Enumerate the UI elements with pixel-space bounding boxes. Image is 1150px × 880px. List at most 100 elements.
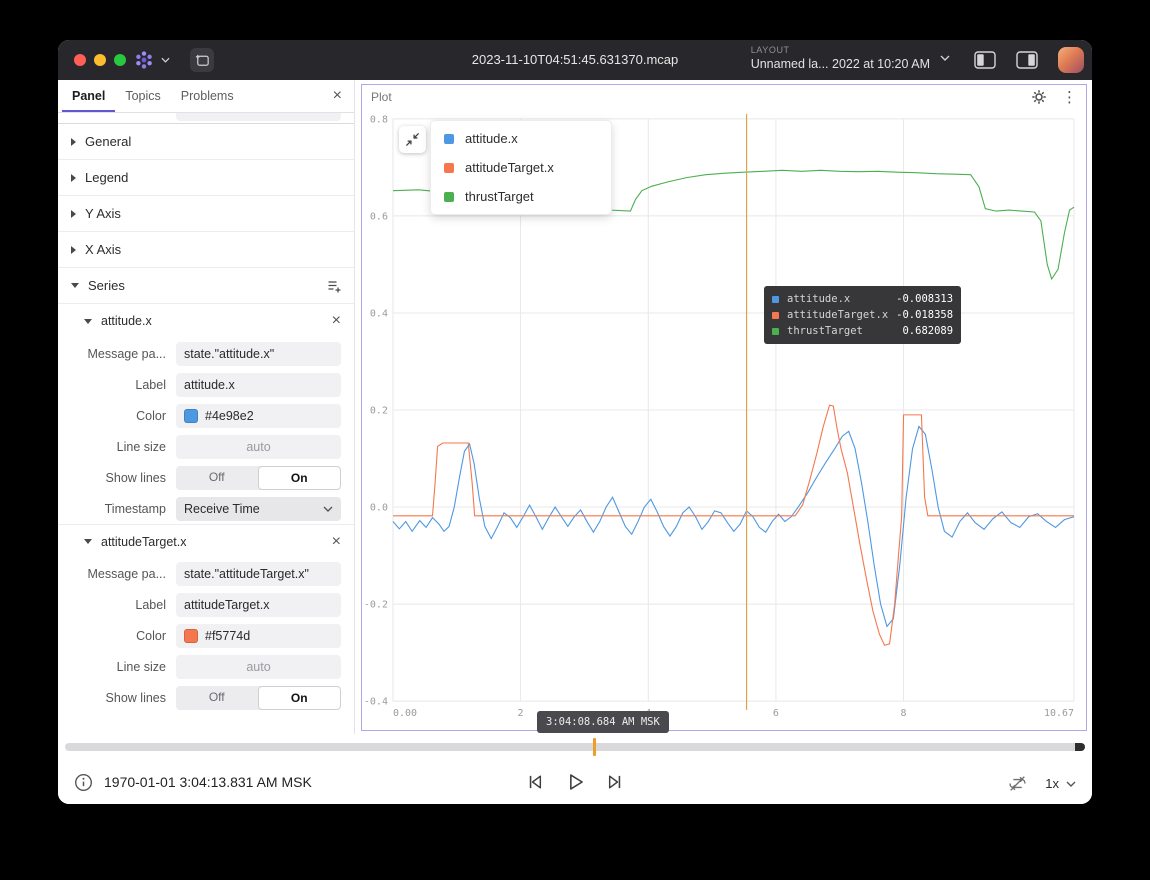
section-y-axis[interactable]: Y Axis: [58, 196, 354, 232]
field-row: Label attitude.x: [58, 369, 354, 400]
info-icon[interactable]: [74, 773, 93, 792]
add-panel-button[interactable]: [190, 48, 214, 72]
section-label: General: [85, 134, 131, 149]
traffic-lights: [74, 54, 126, 66]
color-input[interactable]: #4e98e2: [176, 404, 341, 428]
chevron-down-icon: [940, 55, 950, 61]
minimize-window-button[interactable]: [94, 54, 106, 66]
toggle-on-button[interactable]: On: [258, 466, 342, 490]
user-avatar[interactable]: [1058, 47, 1084, 73]
series-header-attitude-x[interactable]: attitude.x ×: [58, 304, 354, 338]
show-lines-toggle: Off On: [176, 466, 341, 490]
play-icon[interactable]: [564, 771, 586, 793]
settings-sidebar: Panel Topics Problems × Title Plot Gener…: [58, 80, 355, 734]
desktop-background: 2023-11-10T04:51:45.631370.mcap LAYOUT U…: [0, 0, 1150, 880]
playback-controls-row: 1970-01-01 3:04:13.831 AM MSK: [58, 766, 1092, 800]
section-series[interactable]: Series: [58, 268, 354, 304]
timestamp-value: Receive Time: [184, 497, 260, 521]
right-sidebar-toggle-icon[interactable]: [1016, 51, 1038, 69]
collapse-legend-button[interactable]: [399, 126, 426, 153]
color-swatch: [184, 629, 198, 643]
playback-speed-button[interactable]: 1x: [1045, 776, 1076, 791]
line-size-input[interactable]: auto: [176, 655, 341, 679]
tab-topics[interactable]: Topics: [115, 80, 170, 112]
plot-panel-title: Plot: [371, 90, 392, 104]
toggle-on-button[interactable]: On: [258, 686, 342, 710]
field-label: Line size: [58, 440, 176, 454]
svg-text:0.2: 0.2: [370, 405, 388, 416]
add-series-button[interactable]: [326, 278, 342, 294]
toggle-off-button[interactable]: Off: [176, 466, 258, 490]
chevron-down-icon: [161, 57, 170, 63]
series-header-attitude-target-x[interactable]: attitudeTarget.x ×: [58, 524, 354, 558]
svg-text:10.67: 10.67: [1044, 708, 1074, 719]
more-menu-icon[interactable]: ⋮: [1062, 90, 1077, 105]
scrubber-end-cap: [1075, 743, 1085, 751]
legend-item-label: thrustTarget: [465, 189, 534, 204]
add-panel-icon: [194, 52, 211, 69]
series-color-swatch: [444, 192, 454, 202]
current-timestamp: 1970-01-01 3:04:13.831 AM MSK: [104, 774, 312, 790]
label-input[interactable]: attitudeTarget.x: [176, 593, 341, 617]
legend-item[interactable]: attitude.x: [431, 124, 611, 153]
series-color-swatch: [772, 296, 779, 303]
scrubber-playhead[interactable]: [593, 738, 596, 756]
legend-item[interactable]: attitudeTarget.x: [431, 153, 611, 182]
message-path-input[interactable]: state."attitude.x": [176, 342, 341, 366]
panel-title-input[interactable]: Plot: [176, 113, 341, 121]
settings-gear-icon[interactable]: [1031, 89, 1047, 105]
caret-down-icon: [84, 319, 92, 324]
main-content: Panel Topics Problems × Title Plot Gener…: [58, 80, 1092, 734]
legend-item-label: attitude.x: [465, 131, 518, 146]
tab-problems[interactable]: Problems: [171, 80, 244, 112]
section-general[interactable]: General: [58, 124, 354, 160]
field-label: Color: [58, 629, 176, 643]
tooltip-series-value: 0.682089: [902, 325, 953, 337]
remove-series-icon[interactable]: ×: [332, 313, 341, 329]
zoom-window-button[interactable]: [114, 54, 126, 66]
field-row: Timestamp Receive Time: [58, 493, 354, 524]
section-legend[interactable]: Legend: [58, 160, 354, 196]
field-label: Line size: [58, 660, 176, 674]
svg-text:0.8: 0.8: [370, 114, 388, 125]
hover-tooltip-row: attitude.x-0.008313: [772, 291, 953, 307]
toggle-off-button[interactable]: Off: [176, 686, 258, 710]
field-label: Timestamp: [58, 502, 176, 516]
legend-item[interactable]: thrustTarget: [431, 182, 611, 211]
loop-off-icon[interactable]: [1007, 773, 1028, 794]
tab-panel[interactable]: Panel: [62, 80, 115, 112]
field-row: Show lines Off On: [58, 462, 354, 493]
line-size-input[interactable]: auto: [176, 435, 341, 459]
field-row: Label attitudeTarget.x: [58, 589, 354, 620]
label-input[interactable]: attitude.x: [176, 373, 341, 397]
plot-panel: Plot ⋮ 0.80.60.40.20.0-0.2-0.40.0024: [361, 84, 1087, 731]
close-sidebar-icon[interactable]: ×: [333, 88, 342, 104]
message-path-input[interactable]: state."attitudeTarget.x": [176, 562, 341, 586]
series-title: attitudeTarget.x: [101, 535, 186, 549]
svg-text:2: 2: [518, 708, 524, 719]
color-input[interactable]: #f5774d: [176, 624, 341, 648]
chevron-down-icon: [1066, 781, 1076, 787]
tooltip-series-value: -0.008313: [896, 293, 953, 305]
timestamp-select[interactable]: Receive Time: [176, 497, 341, 521]
plot-panel-header: Plot ⋮: [362, 85, 1086, 109]
seek-backward-icon[interactable]: [525, 772, 545, 792]
left-sidebar-toggle-icon[interactable]: [974, 51, 996, 69]
tab-label: Panel: [72, 89, 105, 103]
section-label: Series: [88, 278, 125, 293]
caret-right-icon: [71, 210, 76, 218]
svg-text:0.00: 0.00: [393, 708, 417, 719]
layout-selector[interactable]: LAYOUT Unnamed la... 2022 at 10:20 AM: [751, 44, 950, 72]
section-x-axis[interactable]: X Axis: [58, 232, 354, 268]
field-row: Show lines Off On: [58, 682, 354, 713]
remove-series-icon[interactable]: ×: [332, 534, 341, 550]
field-row: Message pa... state."attitudeTarget.x": [58, 558, 354, 589]
field-row: Line size auto: [58, 651, 354, 682]
seek-forward-icon[interactable]: [605, 772, 625, 792]
app-menu-button[interactable]: [132, 48, 170, 72]
close-window-button[interactable]: [74, 54, 86, 66]
foxglove-logo-icon: [132, 48, 156, 72]
time-tooltip: 3:04:08.684 AM MSK: [537, 711, 669, 733]
timeline-scrubber[interactable]: [65, 743, 1085, 751]
app-window: 2023-11-10T04:51:45.631370.mcap LAYOUT U…: [58, 40, 1092, 804]
